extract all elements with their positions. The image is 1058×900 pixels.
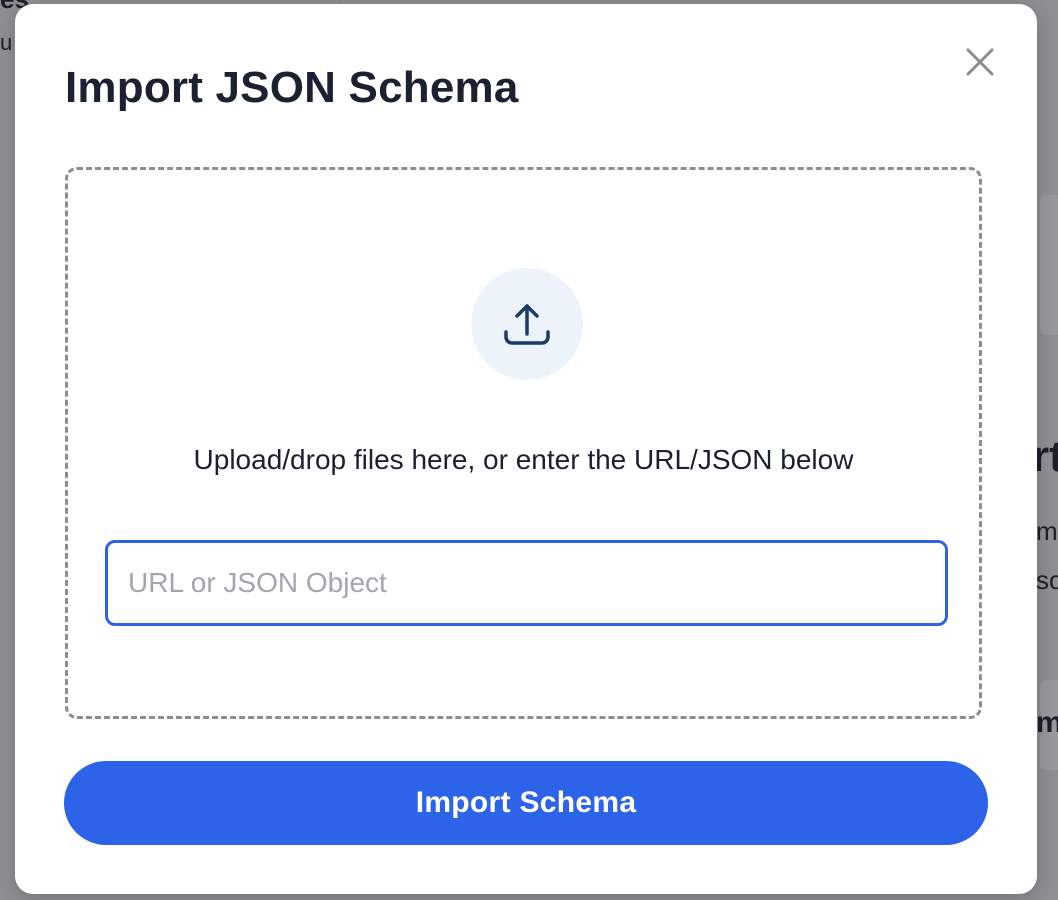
close-icon [966,48,994,76]
background-text-fragment: u [0,30,13,55]
import-schema-button[interactable]: Import Schema [64,761,988,845]
background-text-fragment: so [1036,565,1058,595]
import-json-schema-dialog: Import JSON Schema Upload/drop files her… [15,4,1037,894]
file-dropzone[interactable]: Upload/drop files here, or enter the URL… [65,167,982,719]
background-card [1040,195,1058,335]
dialog-title: Import JSON Schema [65,63,519,112]
upload-icon [504,304,550,345]
upload-icon-circle[interactable] [471,268,583,380]
background-button-fragment: m [1036,706,1058,739]
url-or-json-input[interactable] [105,540,948,626]
background-text-fragment: m [1036,516,1058,546]
upload-instruction: Upload/drop files here, or enter the URL… [193,444,854,475]
close-button[interactable] [960,42,1000,82]
